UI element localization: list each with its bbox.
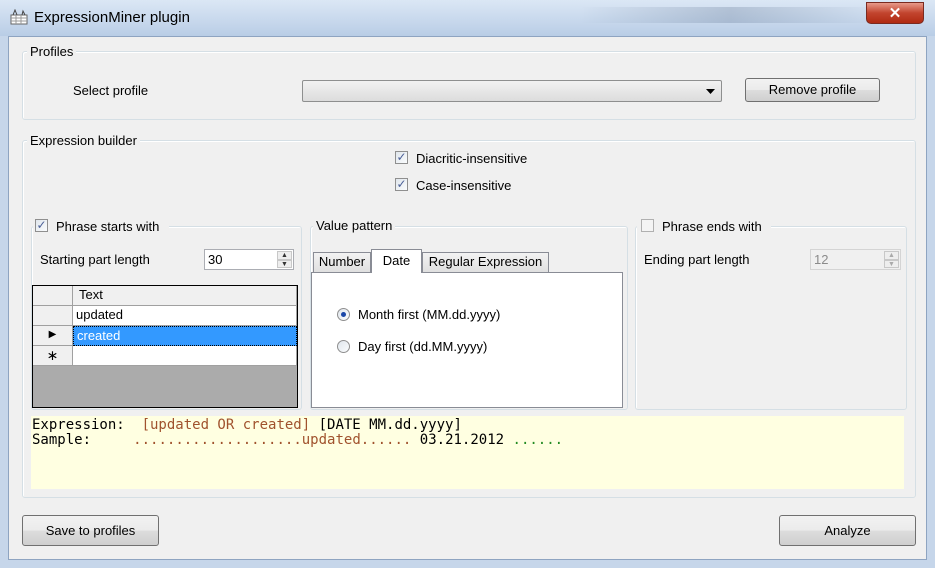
radio-selected-dot (341, 312, 346, 317)
diacritic-label[interactable]: Diacritic-insensitive (416, 151, 527, 166)
grid-row-header[interactable] (33, 306, 73, 326)
checkmark-icon: ✓ (36, 218, 47, 232)
tab-regular-expression[interactable]: Regular Expression (422, 252, 549, 272)
sample-dots-mid: ...... (360, 432, 412, 448)
spin-up-icon[interactable]: ▲ (277, 251, 292, 260)
profile-select[interactable] (302, 80, 722, 102)
app-icon (10, 9, 28, 25)
ending-length-stepper[interactable]: 12 ▲ ▼ (810, 249, 901, 270)
phrase-starts-label[interactable]: Phrase starts with (56, 219, 159, 234)
tab-number[interactable]: Number (313, 252, 371, 272)
expression-phrase: [updated OR created] (141, 417, 311, 433)
month-first-radio[interactable] (337, 308, 350, 321)
spin-down-icon[interactable]: ▼ (277, 259, 292, 268)
diacritic-checkbox[interactable]: ✓ (395, 151, 408, 164)
sample-word: updated (301, 432, 361, 448)
save-to-profiles-button[interactable]: Save to profiles (22, 515, 159, 546)
day-first-label[interactable]: Day first (dd.MM.yyyy) (358, 339, 487, 354)
starting-length-stepper[interactable]: 30 ▲ ▼ (204, 249, 294, 270)
table-row-new[interactable] (73, 346, 297, 366)
table-row[interactable]: updated (73, 306, 297, 326)
profiles-group-label: Profiles (27, 44, 77, 59)
remove-profile-button[interactable]: Remove profile (745, 78, 880, 102)
expression-builder-label: Expression builder (27, 133, 140, 148)
expression-label: Expression: (32, 417, 125, 433)
sample-value: 03.21.2012 (419, 432, 505, 448)
case-label[interactable]: Case-insensitive (416, 178, 511, 193)
sample-dots-start: .................... (133, 432, 302, 448)
expression-preview: Expression: [updated OR created] [DATE M… (31, 416, 904, 489)
background-window-title (580, 7, 880, 23)
ending-length-label: Ending part length (644, 252, 750, 267)
checkmark-icon: ✓ (396, 177, 407, 191)
close-icon: ✕ (888, 5, 902, 22)
current-row-icon: ▶ (48, 329, 57, 340)
value-pattern-label: Value pattern (313, 218, 396, 233)
phrase-ends-checkbox[interactable] (641, 219, 654, 232)
grid-column-header[interactable]: Text (73, 286, 297, 306)
starting-length-label: Starting part length (40, 252, 150, 267)
phrase-starts-checkbox[interactable]: ✓ (35, 219, 48, 232)
sample-line: Sample: ....................updated.....… (32, 432, 563, 448)
close-button[interactable]: ✕ (866, 2, 924, 24)
grid-row-header[interactable]: ▶ (33, 326, 73, 346)
grid-row-header[interactable]: ∗ (33, 346, 73, 366)
case-checkbox[interactable]: ✓ (395, 178, 408, 191)
spin-down-icon[interactable]: ▼ (884, 259, 899, 268)
tab-date[interactable]: Date (371, 249, 422, 273)
checkmark-icon: ✓ (396, 150, 407, 164)
expression-pattern: [DATE MM.dd.yyyy] (318, 417, 462, 433)
sample-dots-end: ...... (512, 432, 564, 448)
expression-line: Expression: [updated OR created] [DATE M… (32, 417, 462, 433)
select-profile-label: Select profile (73, 83, 149, 98)
new-row-icon: ∗ (46, 347, 59, 363)
sample-label: Sample: (32, 432, 92, 448)
day-first-radio[interactable] (337, 340, 350, 353)
grid-corner-header (33, 286, 73, 306)
phrase-ends-label[interactable]: Phrase ends with (662, 219, 762, 234)
title-bar[interactable]: ExpressionMiner plugin ✕ (0, 0, 935, 36)
analyze-button[interactable]: Analyze (779, 515, 916, 546)
month-first-label[interactable]: Month first (MM.dd.yyyy) (358, 307, 500, 322)
chevron-down-icon (706, 89, 715, 94)
ending-length-value: 12 (814, 252, 829, 267)
window-title: ExpressionMiner plugin (34, 9, 190, 26)
starting-length-value: 30 (208, 252, 223, 267)
spin-up-icon[interactable]: ▲ (884, 251, 899, 260)
phrase-grid[interactable]: Text updated ▶ created ∗ (32, 285, 298, 408)
table-row-selected[interactable]: created (73, 326, 297, 346)
